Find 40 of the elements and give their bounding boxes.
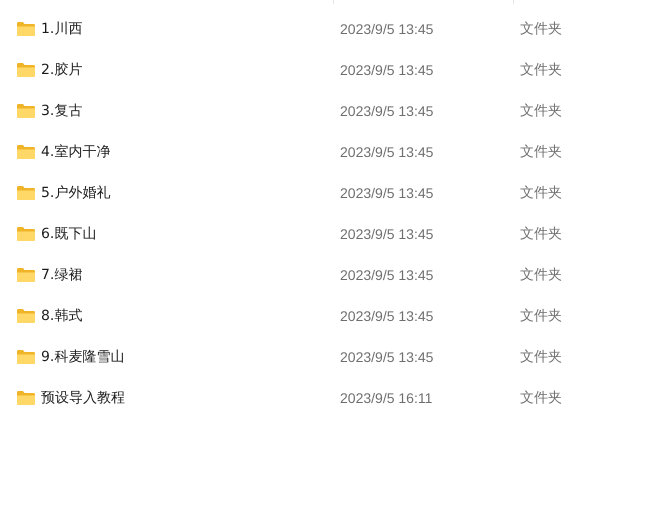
file-type: 文件夹 <box>520 60 562 78</box>
folder-icon <box>17 62 35 76</box>
file-name[interactable]: 7.绿裙 <box>41 266 82 284</box>
folder-icon <box>17 268 35 282</box>
file-name[interactable]: 预设导入教程 <box>41 388 125 406</box>
modified-date: 2023/9/5 16:11 <box>340 390 434 406</box>
file-name[interactable]: 5.户外婚礼 <box>41 184 110 202</box>
file-type: 文件夹 <box>520 348 562 366</box>
file-type: 文件夹 <box>520 102 562 120</box>
file-name[interactable]: 4.室内干净 <box>41 142 110 160</box>
modified-date: 2023/9/5 13:45 <box>340 62 434 78</box>
file-type: 文件夹 <box>520 20 562 38</box>
file-type: 文件夹 <box>520 142 562 160</box>
modified-date: 2023/9/5 13:45 <box>340 102 434 118</box>
folder-icon <box>17 390 35 404</box>
modified-date: 2023/9/5 13:45 <box>340 226 434 242</box>
modified-date: 2023/9/5 13:45 <box>340 308 434 324</box>
modified-date: 2023/9/5 13:45 <box>340 20 434 36</box>
folder-icon <box>17 308 35 322</box>
modified-date: 2023/9/5 13:45 <box>340 348 434 364</box>
folder-icon <box>17 226 35 240</box>
modified-date: 2023/9/5 13:45 <box>340 144 434 160</box>
file-name[interactable]: 3.复古 <box>41 102 82 120</box>
folder-icon <box>17 350 35 364</box>
folder-icon <box>17 104 35 118</box>
file-type: 文件夹 <box>520 388 562 406</box>
modified-date: 2023/9/5 13:45 <box>340 266 434 282</box>
file-name[interactable]: 9.科麦隆雪山 <box>41 348 124 366</box>
folder-icon <box>17 186 35 200</box>
file-type: 文件夹 <box>520 184 562 202</box>
modified-date: 2023/9/5 13:45 <box>340 184 434 200</box>
file-name[interactable]: 6.既下山 <box>41 224 96 242</box>
folder-icon <box>17 22 35 36</box>
file-name[interactable]: 1.川西 <box>41 20 82 38</box>
file-type: 文件夹 <box>520 224 562 242</box>
file-type: 文件夹 <box>520 266 562 284</box>
file-type: 文件夹 <box>520 306 562 324</box>
file-name[interactable]: 2.胶片 <box>41 60 82 78</box>
file-name[interactable]: 8.韩式 <box>41 306 82 324</box>
folder-icon <box>17 144 35 158</box>
